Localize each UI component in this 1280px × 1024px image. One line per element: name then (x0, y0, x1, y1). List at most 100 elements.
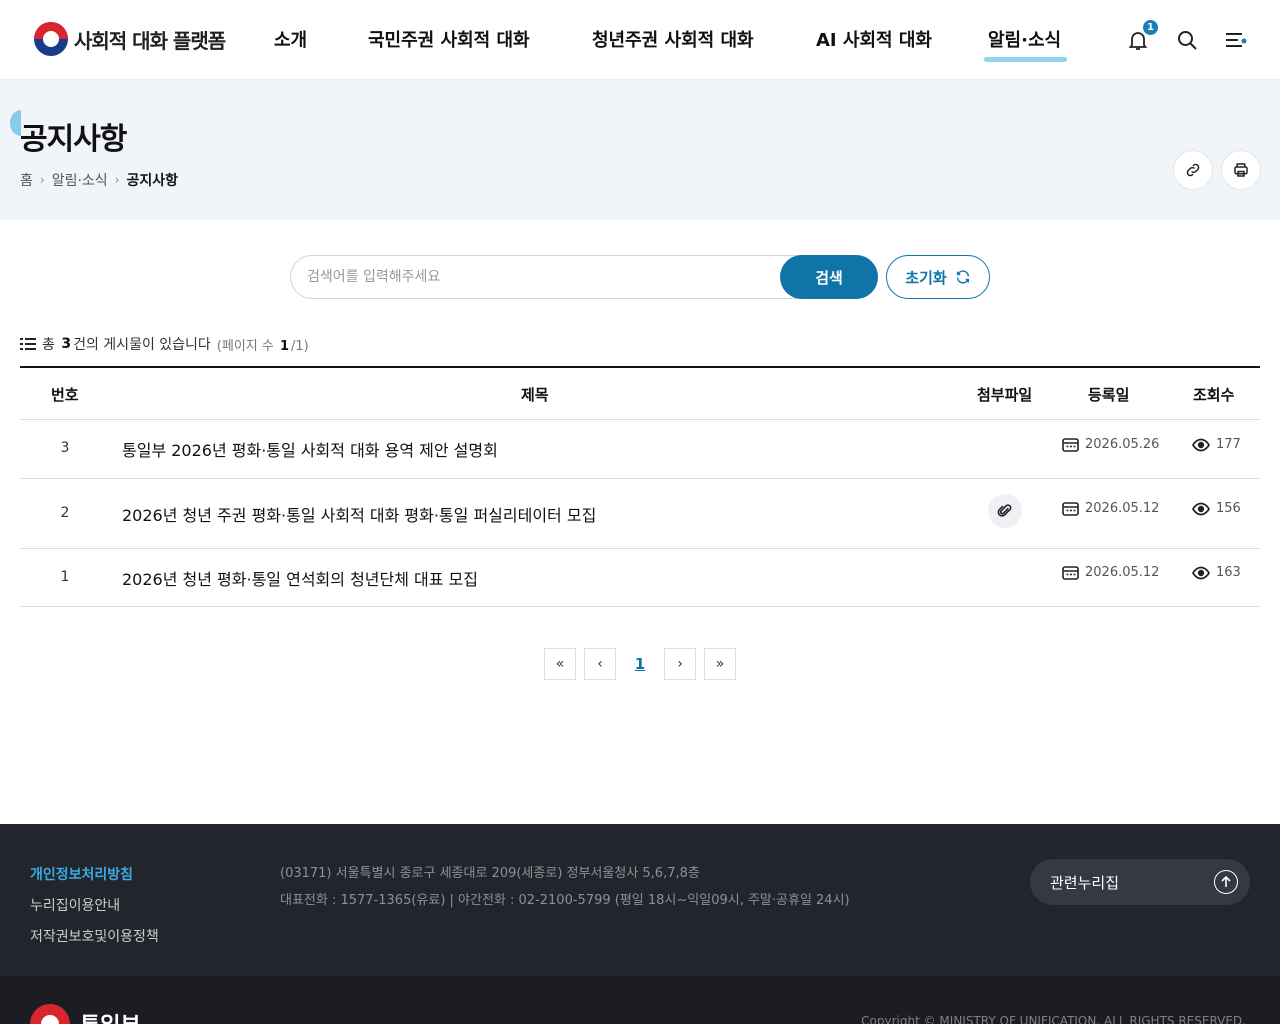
attachment-button[interactable] (988, 494, 1022, 528)
search-button[interactable] (1173, 26, 1201, 54)
breadcrumb-home[interactable]: 홈 (20, 170, 33, 190)
reset-button[interactable]: 초기화 (886, 255, 990, 299)
footer-phone: 대표전화 : 1577-1365(유료) | 야간전화 : 02-2100-57… (280, 893, 850, 908)
breadcrumb-news[interactable]: 알림·소식 (52, 170, 108, 190)
related-sites-label: 관련누리집 (1050, 873, 1120, 892)
search-icon (1178, 31, 1197, 50)
notification-button[interactable]: 1 (1124, 20, 1158, 54)
row-date-value: 2026.05.12 (1085, 501, 1160, 516)
row-title-link[interactable]: 2026년 청년 평화·통일 연석회의 청년단체 대표 모집 (122, 566, 478, 590)
notice-table: 번호 제목 첨부파일 등록일 조회수 3 통일부 2026년 평화·통일 사회적… (20, 366, 1260, 607)
copyright-text: Copyright © MINISTRY OF UNIFICATION. ALL… (861, 1014, 1246, 1024)
list-icon (20, 338, 36, 350)
eye-icon (1192, 566, 1210, 579)
chevron-right-icon: › (114, 173, 120, 187)
breadcrumb: 홈 › 알림·소식 › 공지사항 (20, 170, 178, 190)
col-number: 번호 (51, 386, 79, 404)
row-date: 2026.05.26 (1062, 437, 1159, 452)
col-attachment: 첨부파일 (977, 386, 1033, 404)
menu-icon (1226, 33, 1247, 47)
next-page-button[interactable]: › (664, 648, 696, 680)
taegeuk-logo-icon (34, 22, 68, 56)
chevron-right-icon: › (677, 656, 683, 672)
refresh-icon (956, 270, 969, 284)
page-title: 공지사항 (20, 122, 127, 157)
link-icon (1186, 163, 1200, 177)
double-chevron-left-icon: « (555, 656, 565, 672)
nav-item-news[interactable]: 알림·소식 (983, 26, 1068, 62)
site-footer: 개인정보처리방침 누리집이용안내 저작권보호및이용정책 (03171) 서울특별… (0, 824, 1280, 1024)
related-sites-button[interactable]: 관련누리집 (1030, 859, 1250, 905)
reset-label: 초기화 (905, 268, 947, 287)
footer-org-name: 통일부 (80, 1008, 141, 1024)
eye-icon (1192, 438, 1210, 451)
print-icon (1234, 163, 1248, 177)
row-number: 2 (60, 505, 70, 521)
table-row[interactable]: 1 2026년 청년 평화·통일 연석회의 청년단체 대표 모집 2026.05… (20, 549, 1260, 607)
calendar-icon (1062, 438, 1079, 452)
prev-page-button[interactable]: ‹ (584, 648, 616, 680)
logo-text: 사회적 대화 플랫폼 (74, 28, 226, 53)
copy-link-button[interactable] (1173, 150, 1213, 190)
page-count-total: /1) (291, 338, 309, 354)
paperclip-icon (997, 504, 1012, 517)
row-title-link[interactable]: 통일부 2026년 평화·통일 사회적 대화 용역 제안 설명회 (122, 437, 498, 461)
search-input[interactable] (307, 256, 777, 298)
menu-button[interactable] (1222, 26, 1250, 54)
count-suffix: 건의 게시물이 있습니다 (73, 337, 211, 353)
col-date: 등록일 (1088, 386, 1130, 404)
table-row[interactable]: 3 통일부 2026년 평화·통일 사회적 대화 용역 제안 설명회 2026.… (20, 420, 1260, 479)
page-count: (페이지 수 1/1) (217, 335, 309, 354)
row-views: 177 (1192, 437, 1241, 452)
table-header: 번호 제목 첨부파일 등록일 조회수 (20, 368, 1260, 420)
footer-link-copyright-policy[interactable]: 저작권보호및이용정책 (30, 922, 159, 953)
page-count-current: 1 (279, 338, 290, 354)
count-prefix: 총 (42, 337, 55, 353)
footer-logo: 통일부 (30, 1004, 141, 1024)
result-count: 총 3 건의 게시물이 있습니다 (페이지 수 1/1) (20, 334, 309, 354)
nav-item-youth-dialogue[interactable]: 청년주권 사회적 대화 (592, 26, 754, 52)
row-date-value: 2026.05.12 (1085, 565, 1160, 580)
col-title: 제목 (521, 386, 549, 404)
calendar-icon (1062, 566, 1079, 580)
page-count-prefix: (페이지 수 (216, 338, 274, 354)
chevron-left-icon: ‹ (597, 656, 603, 672)
row-views-value: 163 (1216, 565, 1241, 580)
page-header-band: 공지사항 홈 › 알림·소식 › 공지사항 (0, 80, 1280, 220)
search-submit-button[interactable]: 검색 (780, 255, 878, 299)
table-row[interactable]: 2 2026년 청년 주권 평화·통일 사회적 대화 평화·통일 퍼실리테이터 … (20, 479, 1260, 549)
double-chevron-right-icon: » (715, 656, 725, 672)
nav-item-citizen-dialogue[interactable]: 국민주권 사회적 대화 (368, 26, 530, 52)
row-views: 163 (1192, 565, 1241, 580)
page-number-current[interactable]: 1 (624, 648, 656, 680)
footer-link-usage-guide[interactable]: 누리집이용안내 (30, 891, 159, 922)
site-logo[interactable]: 사회적 대화 플랫폼 (34, 21, 226, 57)
row-number: 3 (60, 440, 70, 456)
row-views-value: 156 (1216, 501, 1241, 516)
col-views: 조회수 (1193, 386, 1235, 404)
notification-badge: 1 (1143, 20, 1158, 35)
footer-links: 개인정보처리방침 누리집이용안내 저작권보호및이용정책 (30, 860, 159, 953)
footer-link-privacy[interactable]: 개인정보처리방침 (30, 860, 159, 891)
first-page-button[interactable]: « (544, 648, 576, 680)
site-header: 사회적 대화 플랫폼 소개 국민주권 사회적 대화 청년주권 사회적 대화 AI… (0, 0, 1280, 80)
pagination: « ‹ 1 › » (544, 648, 736, 680)
footer-contact: (03171) 서울특별시 종로구 세종대로 209(세종로) 정부서울청사 5… (280, 860, 850, 914)
nav-item-ai-dialogue[interactable]: AI 사회적 대화 (816, 26, 932, 52)
chevron-right-icon: › (39, 173, 45, 187)
row-title-link[interactable]: 2026년 청년 주권 평화·통일 사회적 대화 평화·통일 퍼실리테이터 모집 (122, 502, 596, 526)
last-page-button[interactable]: » (704, 648, 736, 680)
calendar-icon (1062, 502, 1079, 516)
taegeuk-logo-icon (30, 1004, 70, 1024)
row-views: 156 (1192, 501, 1241, 516)
row-date: 2026.05.12 (1062, 501, 1159, 516)
print-button[interactable] (1221, 150, 1261, 190)
breadcrumb-current: 공지사항 (126, 173, 179, 189)
nav-item-intro[interactable]: 소개 (274, 26, 307, 52)
footer-address: (03171) 서울특별시 종로구 세종대로 209(세종로) 정부서울청사 5… (280, 866, 700, 881)
row-date-value: 2026.05.26 (1085, 437, 1160, 452)
arrow-up-icon (1214, 870, 1238, 894)
eye-icon (1192, 502, 1210, 515)
row-views-value: 177 (1216, 437, 1241, 452)
count-total: 3 (61, 336, 72, 352)
